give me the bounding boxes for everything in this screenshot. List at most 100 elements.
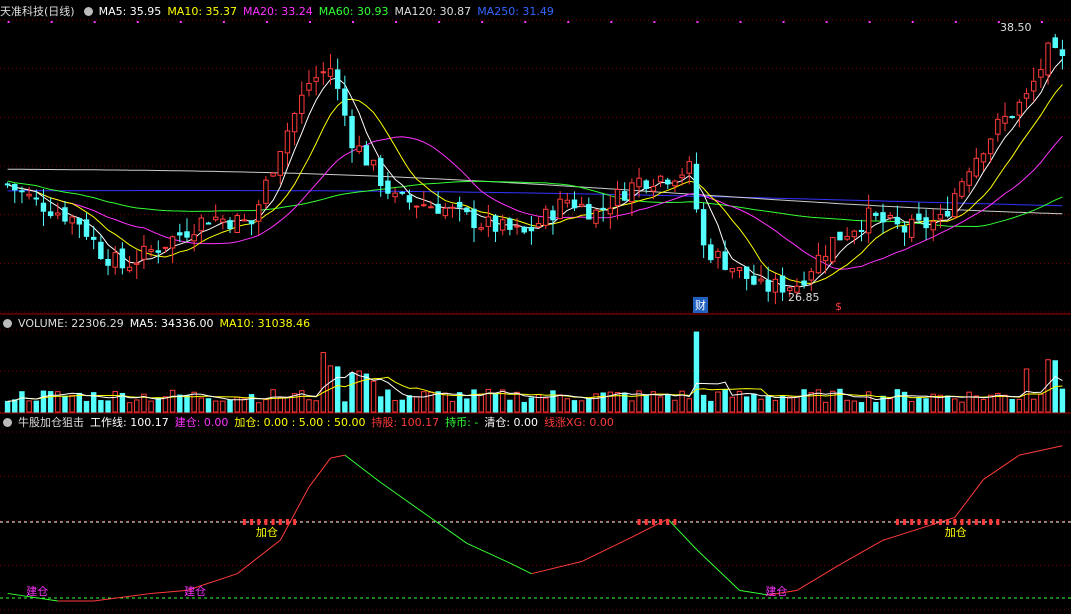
volume-bar	[772, 399, 779, 413]
collapse-toggle-icon[interactable]	[83, 7, 93, 16]
volume-bar	[406, 395, 413, 413]
indicator-toggle-icon[interactable]	[3, 418, 12, 427]
volume-bar	[191, 391, 197, 413]
volume-bar	[442, 392, 449, 413]
volume-bar	[514, 391, 520, 413]
volume-bar	[557, 394, 563, 413]
volume-bar	[952, 398, 958, 413]
candle-body	[363, 145, 370, 166]
hold-marker	[293, 519, 297, 525]
candle-body	[334, 69, 341, 89]
event-marker[interactable]: $	[835, 300, 842, 313]
hold-marker	[637, 519, 641, 525]
candle-body	[464, 207, 470, 213]
signal-dot	[696, 21, 699, 23]
candle-body	[629, 182, 635, 203]
volume-bar	[492, 392, 499, 413]
signal-dot	[50, 21, 53, 23]
volume-bar	[693, 331, 700, 413]
candle-body	[693, 163, 700, 210]
volume-bar	[743, 396, 750, 413]
indicator-segment	[466, 542, 511, 564]
candle-body	[636, 177, 642, 188]
candle-body	[1023, 93, 1030, 99]
jiacang-tag-1: 加仓	[945, 525, 967, 539]
volume-bar	[184, 395, 190, 413]
volume-bar	[959, 401, 965, 413]
candle-body	[499, 219, 506, 231]
candle-body	[435, 203, 441, 214]
candle-body	[987, 138, 994, 155]
volume-bar	[578, 400, 585, 413]
candle-body	[169, 236, 176, 249]
volume-bar	[901, 391, 908, 413]
volume-bar	[105, 400, 111, 413]
candle-body	[959, 181, 965, 197]
volume-bar	[550, 390, 556, 413]
candle-body	[342, 88, 348, 116]
candle-body	[966, 171, 972, 186]
signal-dot	[308, 21, 311, 23]
volume-bar	[894, 389, 901, 413]
volume-bar	[334, 366, 341, 413]
candle-body	[126, 266, 133, 272]
candle-body	[277, 151, 283, 176]
indicator-segment	[696, 548, 740, 591]
candle-body	[686, 161, 693, 174]
chart-title: 天准科技(日线)	[0, 5, 75, 18]
candle-body	[593, 209, 599, 224]
volume-label-1: MA5: 34336.00	[129, 317, 214, 330]
signal-dot	[782, 21, 785, 23]
volume-bar	[399, 399, 405, 413]
volume-bar	[643, 395, 649, 413]
volume-bar	[873, 401, 879, 413]
volume-bar	[449, 400, 456, 413]
candle-body	[873, 212, 879, 216]
volume-bar	[313, 400, 319, 413]
volume-bar	[198, 397, 205, 413]
candle-body	[83, 219, 90, 237]
signal-dot	[93, 21, 96, 23]
candle-body	[937, 214, 944, 220]
hold-marker	[651, 519, 655, 525]
volume-bar	[923, 398, 929, 413]
signal-dot	[179, 21, 182, 23]
price-header: 天准科技(日线) MA5: 35.95 MA10: 35.37 MA20: 33.24…	[0, 4, 566, 19]
volume-toggle-icon[interactable]	[3, 319, 12, 328]
candle-body	[894, 217, 901, 225]
volume-bar	[134, 399, 140, 413]
indicator-segment	[581, 536, 633, 562]
volume-bar	[248, 394, 255, 413]
indicator-segment	[839, 539, 884, 565]
candle-body	[385, 180, 391, 194]
candle-body	[858, 229, 865, 232]
candle-body	[327, 68, 334, 77]
candle-body	[399, 191, 405, 194]
candle-body	[708, 244, 714, 261]
candle-body	[808, 271, 814, 281]
candle-body	[844, 235, 850, 240]
volume-bar	[1002, 394, 1008, 413]
finance-marker[interactable]: 财	[693, 297, 708, 313]
candle-body	[177, 232, 183, 236]
candle-body	[679, 174, 685, 179]
candle-body	[306, 83, 312, 91]
candle-body	[191, 234, 197, 242]
indicator-segment	[279, 486, 310, 541]
indicator-segment	[739, 589, 769, 596]
candle-body	[234, 214, 240, 233]
hold-marker	[666, 519, 670, 525]
volume-bar	[169, 389, 176, 413]
volume-bar	[370, 380, 377, 413]
indicator-header: 牛股加仓狙击 工作线: 100.17 建仓: 0.00 加仓: 0.00 : 5.00…	[0, 415, 626, 430]
volume-bar	[435, 391, 441, 413]
chart-canvas[interactable]: 建仓 建仓 建仓 加仓 加仓	[0, 0, 1071, 614]
volume-bar	[33, 400, 40, 413]
candle-body	[1045, 42, 1051, 76]
volume-bar	[69, 394, 75, 413]
stock-chart-window: 建仓 建仓 建仓 加仓 加仓 天准科技(日线) MA5: 35.95 MA10: 35.37…	[0, 0, 1071, 614]
volume-bar	[76, 392, 83, 413]
volume-bar	[306, 399, 312, 413]
volume-bar	[1023, 368, 1030, 413]
volume-bar	[205, 398, 212, 413]
